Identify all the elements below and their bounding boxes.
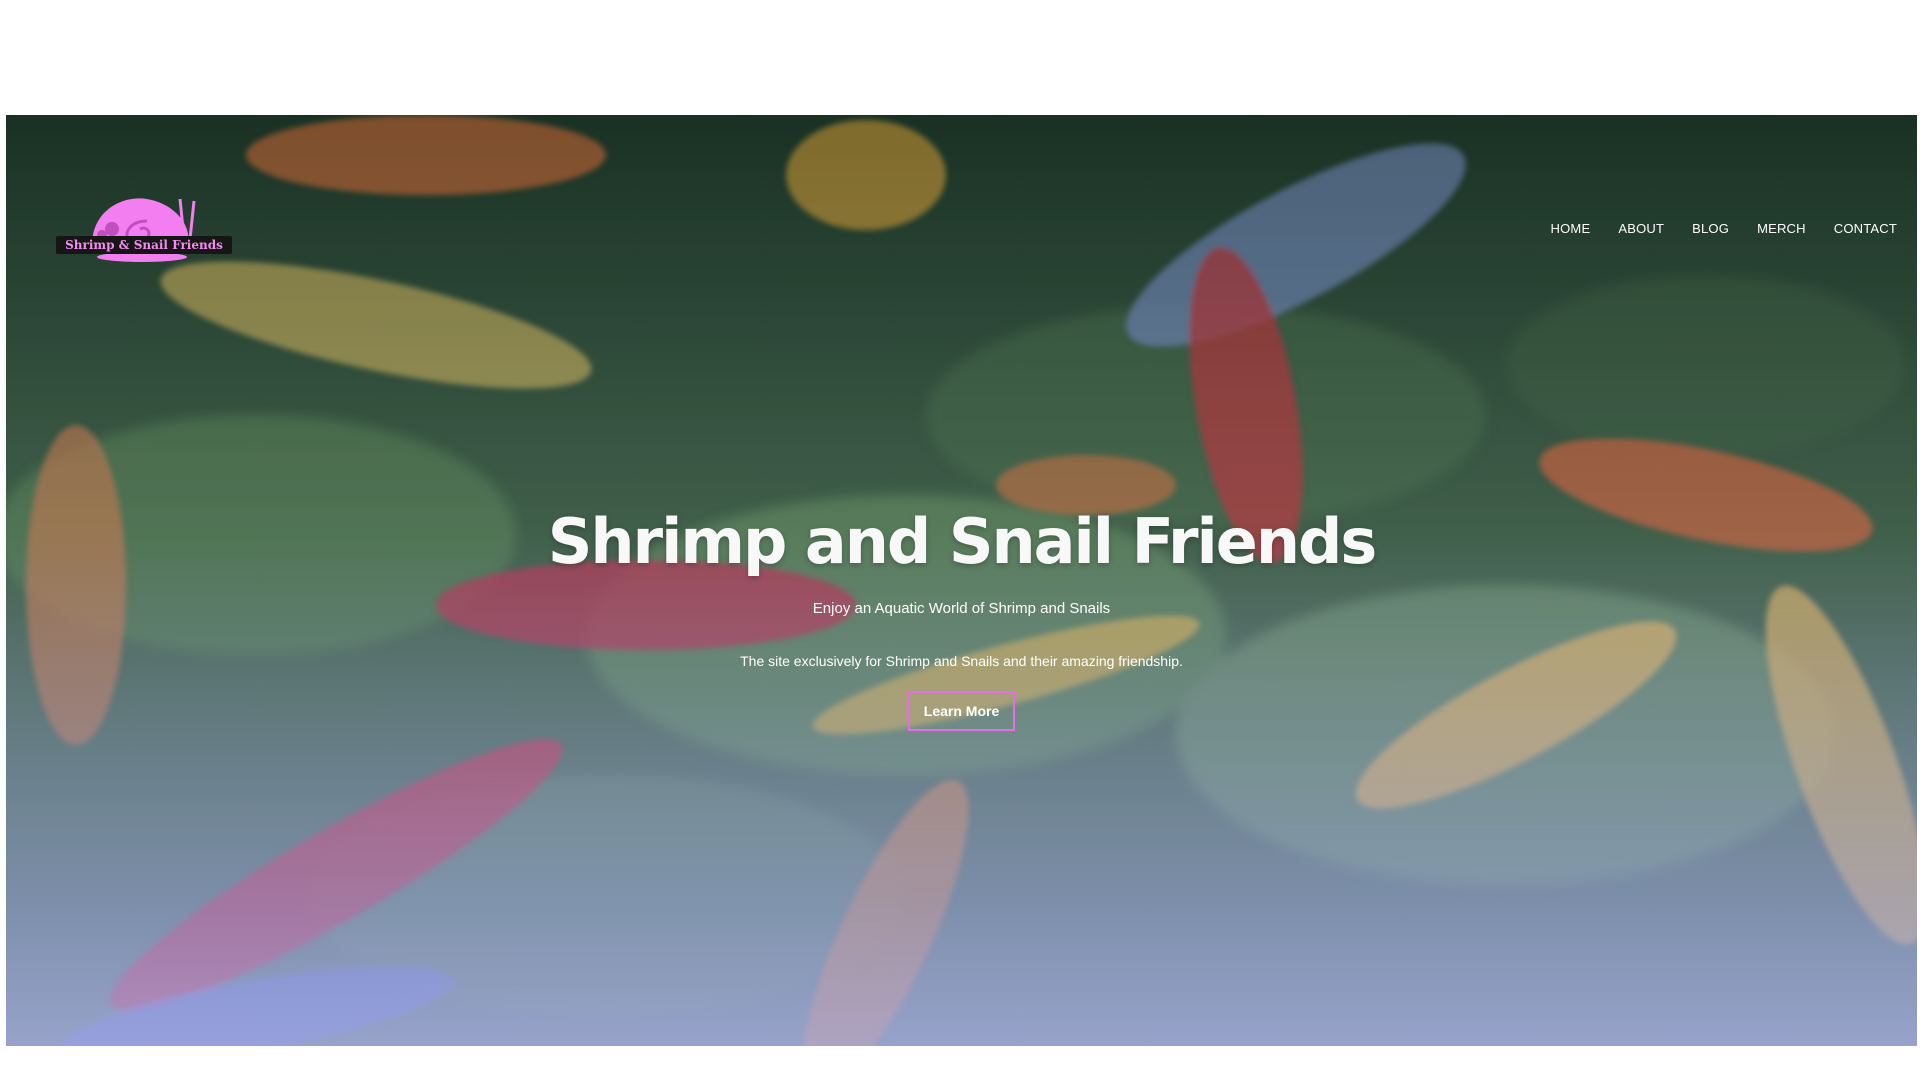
page: Shrimp & Snail Friends HOME ABOUT BLOG M… xyxy=(0,0,1920,1080)
hero-description: The site exclusively for Shrimp and Snai… xyxy=(740,653,1183,669)
nav-item-about[interactable]: ABOUT xyxy=(1604,221,1678,236)
learn-more-button[interactable]: Learn More xyxy=(907,691,1016,731)
nav-item-blog[interactable]: BLOG xyxy=(1678,221,1743,236)
hero-tagline: Enjoy an Aquatic World of Shrimp and Sna… xyxy=(812,600,1111,617)
hero-section: Shrimp & Snail Friends HOME ABOUT BLOG M… xyxy=(6,115,1917,1046)
site-logo[interactable]: Shrimp & Snail Friends xyxy=(52,191,237,263)
nav-item-merch[interactable]: MERCH xyxy=(1743,221,1820,236)
hero-content: Shrimp and Snail Friends Enjoy an Aquati… xyxy=(6,505,1917,731)
nav-item-home[interactable]: HOME xyxy=(1537,221,1605,236)
hero-title: Shrimp and Snail Friends xyxy=(547,505,1378,578)
nav-item-contact[interactable]: CONTACT xyxy=(1820,221,1897,236)
main-nav: HOME ABOUT BLOG MERCH CONTACT xyxy=(1537,221,1897,236)
logo-text: Shrimp & Snail Friends xyxy=(56,236,232,254)
